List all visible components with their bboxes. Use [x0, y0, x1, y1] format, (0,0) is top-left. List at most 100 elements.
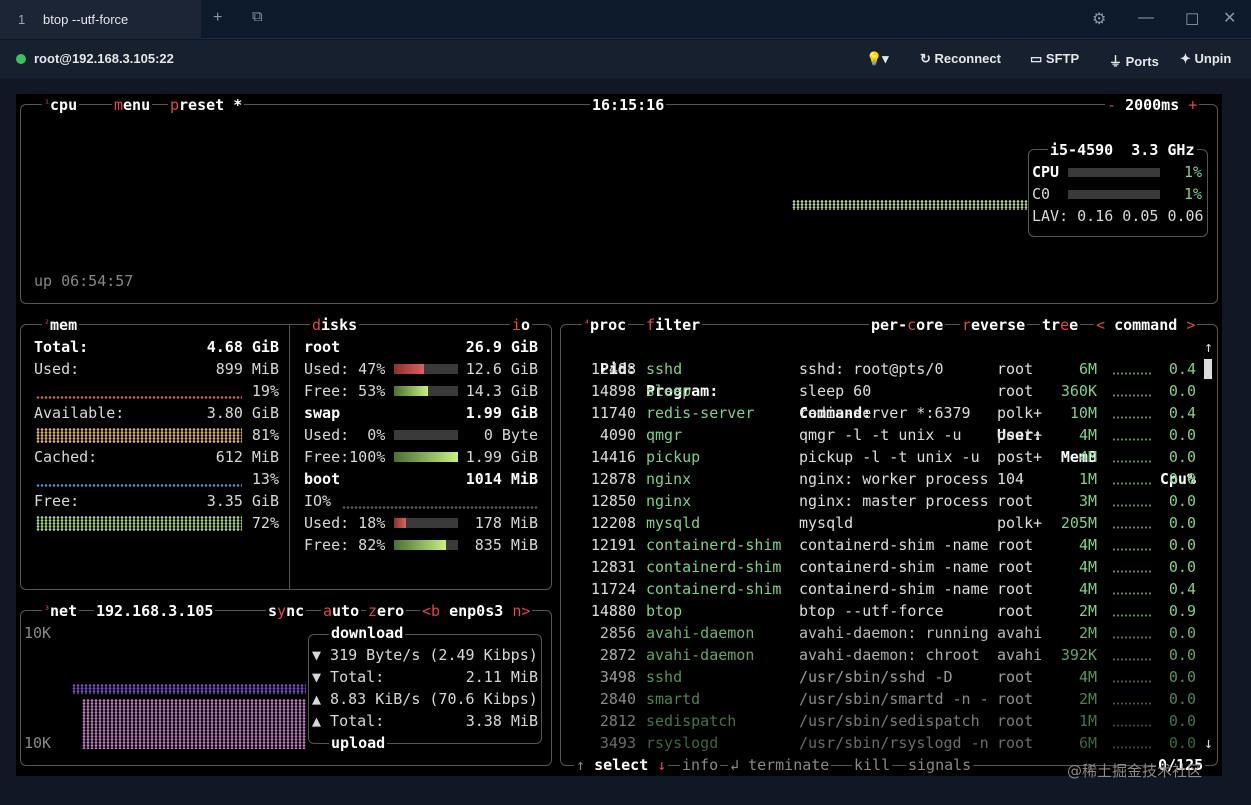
- terminal[interactable]: ¹cpu menu preset * 16:15:16 - 2000ms + i…: [16, 94, 1222, 776]
- proc-user: root: [997, 382, 1034, 400]
- ports-button[interactable]: ⏚ Ports: [1109, 51, 1159, 70]
- proc-command: sshd: root@pts/0: [799, 360, 944, 378]
- maximize-icon[interactable]: ☐: [1185, 10, 1199, 30]
- proc-cpu-graph: [1112, 372, 1152, 375]
- proc-sort-selector[interactable]: < command >: [1094, 314, 1198, 336]
- proc-program: rsyslogd: [646, 734, 719, 752]
- proc-mem: 360K: [1060, 382, 1097, 400]
- proc-row[interactable]: 2856 avahi-daemon avahi-daemon: running ava…: [564, 622, 1224, 644]
- proc-command: avahi-daemon: running: [799, 624, 989, 642]
- tab-btop[interactable]: 1 btop --utf-force: [0, 0, 201, 39]
- net-zero-toggle[interactable]: zero: [366, 600, 407, 622]
- proc-command: /usr/sbin/smartd -n -: [799, 690, 989, 708]
- proc-pid: 11724: [590, 580, 636, 598]
- io-toggle[interactable]: io: [510, 314, 533, 336]
- terminate-button[interactable]: ↲ terminate: [728, 754, 832, 776]
- proc-row[interactable]: 14880 btop btop --utf-force root 2M 0.9: [564, 600, 1224, 622]
- proc-pid: 12488: [590, 360, 636, 378]
- load-average: LAV: 0.16 0.05 0.06: [1032, 207, 1204, 225]
- proc-row[interactable]: 12878 nginx nginx: worker process 104 1M 0.0: [564, 468, 1224, 490]
- plug-icon: ⏚: [1109, 54, 1126, 69]
- proc-cpu-graph: [1112, 746, 1152, 749]
- proc-program: btop: [646, 602, 683, 620]
- disk-boot-header: boot 1014 MiB: [304, 470, 538, 488]
- core0-meter: [1068, 190, 1160, 199]
- mem-disk-divider: [289, 324, 290, 590]
- proc-row[interactable]: 3498 sshd/usr/sbin/sshd -D root 4M 0.0: [564, 666, 1224, 688]
- net-auto-toggle[interactable]: auto: [321, 600, 362, 622]
- proc-cpu: 0.0: [1168, 646, 1196, 664]
- clock: 16:15:16: [590, 94, 667, 116]
- sftp-button[interactable]: ▭ SFTP: [1030, 51, 1079, 67]
- proc-row[interactable]: 4090 qmgr qmgr -l -t unix -u post+ 4M 0.0: [564, 424, 1224, 446]
- interval-minus[interactable]: -: [1107, 96, 1116, 114]
- proc-cpu-graph: [1112, 416, 1152, 419]
- proc-row[interactable]: 12488 sshd sshd: root@pts/0 root 6M 0.4: [564, 358, 1224, 380]
- proc-row[interactable]: 2872 avahi-daemon avahi-daemon: chroot avah…: [564, 644, 1224, 666]
- proc-row[interactable]: 3493 rsyslogd/usr/sbin/rsyslogd -n root 6M 0…: [564, 732, 1224, 754]
- proc-user: root: [997, 690, 1034, 708]
- proc-command: nginx: master process: [799, 492, 989, 510]
- net-upload-label: upload: [329, 732, 388, 754]
- proc-filter-button[interactable]: filter: [644, 314, 703, 336]
- proc-row[interactable]: 11724 containerd-shim containerd-shim -nam…: [564, 578, 1224, 600]
- tabs-overview-icon[interactable]: ⧉: [252, 8, 263, 25]
- proc-cpu-graph: [1112, 526, 1152, 529]
- kill-button[interactable]: kill: [852, 754, 893, 776]
- cpu-preset-button[interactable]: preset *: [168, 94, 245, 116]
- net-interface-selector[interactable]: <b enp0s3 n>: [420, 600, 533, 622]
- proc-cpu-graph: [1112, 394, 1152, 397]
- mem-cached-graph: [36, 484, 242, 487]
- net-sync-toggle[interactable]: sync: [266, 600, 307, 622]
- signals-button[interactable]: signals: [906, 754, 974, 776]
- proc-header: Pid: Program: Command: User: MemB Cpu%: [564, 336, 1224, 488]
- proc-tree-toggle[interactable]: tree: [1040, 314, 1081, 336]
- proc-program: sshd: [646, 668, 683, 686]
- proc-row[interactable]: 12831 containerd-shim containerd-shim -nam…: [564, 556, 1224, 578]
- cpu-menu-button[interactable]: menu: [112, 94, 153, 116]
- net-title: ³net: [42, 600, 80, 622]
- net-download-graph: [72, 684, 306, 694]
- disks-title[interactable]: disks: [310, 314, 360, 336]
- proc-mem: 6M: [1078, 734, 1097, 752]
- interval-control[interactable]: - 2000ms +: [1105, 94, 1200, 116]
- proc-title: ⁴proc: [582, 314, 629, 336]
- proc-mem: 4M: [1078, 558, 1097, 576]
- proc-command: avahi-daemon: chroot: [799, 646, 980, 664]
- minimize-icon[interactable]: —: [1138, 9, 1154, 27]
- proc-cpu: 0.0: [1168, 734, 1196, 752]
- proc-cpu-graph: [1112, 570, 1152, 573]
- proc-row[interactable]: 2840 smartd/usr/sbin/smartd -n - root 2M 0.0: [564, 688, 1224, 710]
- new-tab-icon[interactable]: +: [213, 9, 222, 27]
- proc-cpu-graph: [1112, 724, 1152, 727]
- settings-icon[interactable]: ⚙: [1092, 9, 1106, 29]
- proc-reverse-toggle[interactable]: reverse: [960, 314, 1028, 336]
- proc-row[interactable]: 12208 mysqld mysqld polk+ 205M 0.0: [564, 512, 1224, 534]
- proc-user: 104: [997, 470, 1025, 488]
- hint-icon[interactable]: 💡▾: [866, 51, 889, 67]
- net-scale-top: 10K: [24, 624, 52, 642]
- proc-mem: 205M: [1060, 514, 1097, 532]
- proc-row[interactable]: 12850 nginx nginx: master process root 3M 0.0: [564, 490, 1224, 512]
- unpin-button[interactable]: ✦ Unpin: [1180, 51, 1231, 67]
- proc-row[interactable]: 2812 sedispatch/usr/sbin/sedispatch root 1M…: [564, 710, 1224, 732]
- proc-program: sleep: [646, 382, 692, 400]
- proc-program: containerd-shim: [646, 580, 782, 598]
- proc-row[interactable]: 11740 redis-server redis-server *:6379 polk…: [564, 402, 1224, 424]
- proc-cpu: 0.0: [1168, 712, 1196, 730]
- proc-program: nginx: [646, 492, 692, 510]
- select-hint[interactable]: ↑ select ↓: [574, 754, 669, 776]
- reconnect-button[interactable]: ↻ Reconnect: [920, 51, 1001, 67]
- proc-mem: 1M: [1078, 712, 1097, 730]
- mem-free: Free: 3.35 GiB: [34, 492, 279, 510]
- interval-plus[interactable]: +: [1188, 96, 1197, 114]
- proc-row[interactable]: 12191 containerd-shim containerd-shim -nam…: [564, 534, 1224, 556]
- proc-user: root: [997, 558, 1034, 576]
- proc-mem: 392K: [1060, 646, 1097, 664]
- proc-row[interactable]: 14416 pickup pickup -l -t unix -u post+ 4M 0.…: [564, 446, 1224, 468]
- scroll-up-icon[interactable]: ↑: [1204, 336, 1213, 358]
- info-button[interactable]: info: [680, 754, 721, 776]
- close-icon[interactable]: ✕: [1223, 8, 1236, 28]
- proc-row[interactable]: 14898 sleep sleep 60 root 360K 0.0: [564, 380, 1224, 402]
- proc-percore-toggle[interactable]: per-core: [869, 314, 946, 336]
